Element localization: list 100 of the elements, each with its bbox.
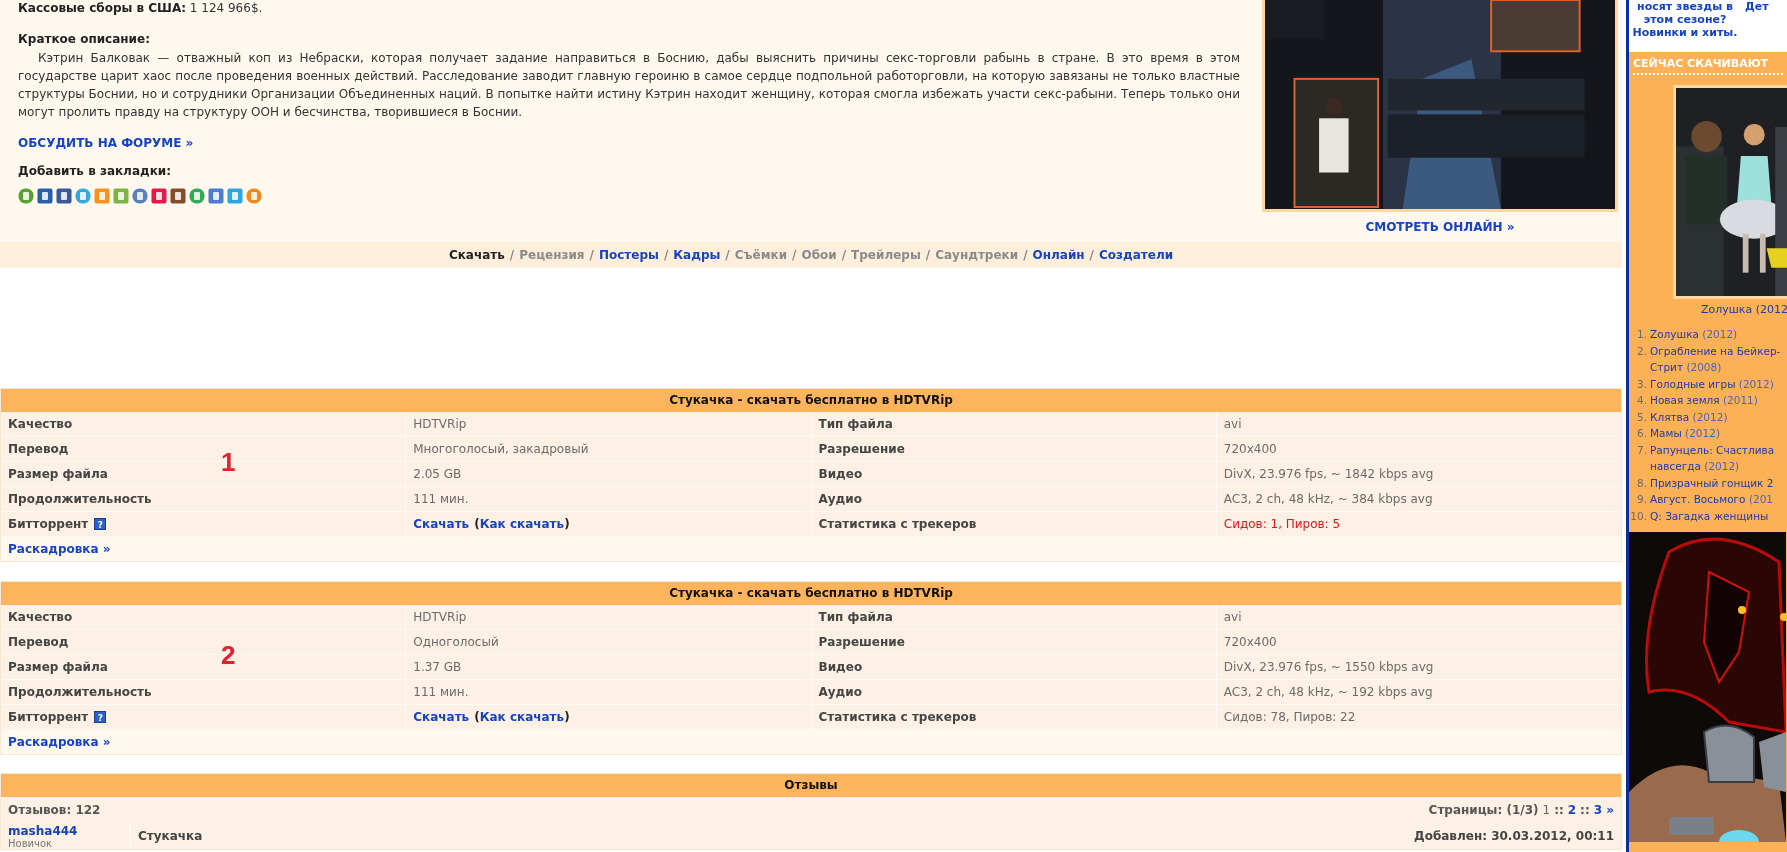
- table-cell: HDTVRip: [406, 412, 811, 436]
- how-to-download-link[interactable]: (Как скачать): [474, 517, 570, 531]
- table-header: Отзывы: [1, 774, 1621, 797]
- table-cell: Многоголосый, закадровый: [406, 437, 811, 461]
- table-cell: avi: [1216, 412, 1621, 436]
- movie-link[interactable]: Мамы (2012): [1650, 425, 1782, 442]
- table-cell: DivX, 23.976 fps, ~ 1550 kbps avg: [1216, 655, 1621, 679]
- box-office-value: 1 124 966$.: [189, 1, 263, 15]
- table-cell: Аудио: [811, 487, 1216, 511]
- separator-text: /: [1089, 248, 1094, 262]
- table-cell: Качество: [1, 605, 406, 629]
- list-number: 8.: [1635, 475, 1647, 491]
- list-number: 10.: [1629, 508, 1647, 524]
- download-link[interactable]: Скачать: [413, 517, 470, 531]
- table-cell: Видео: [811, 462, 1216, 486]
- nav-link[interactable]: Скачать: [448, 248, 505, 262]
- user-rank: Новичок: [8, 838, 54, 849]
- list-number: 5.: [1635, 409, 1647, 425]
- storyboard-link[interactable]: Раскадровка »: [8, 541, 111, 556]
- movie-link[interactable]: Призрачный гонщик 2: [1650, 474, 1782, 491]
- nav-link[interactable]: Постеры: [598, 248, 659, 262]
- table-cell: Качество: [1, 412, 406, 436]
- nav-link[interactable]: Рецензия: [519, 248, 585, 262]
- bookmark-service-icon[interactable]: [56, 188, 72, 204]
- movie-link[interactable]: Голодные игры (2012): [1650, 375, 1782, 392]
- table-cell: avi: [1216, 605, 1621, 629]
- page-link[interactable]: 3 »: [1593, 802, 1614, 817]
- review-subject: Стукачка: [138, 828, 203, 843]
- user-link[interactable]: masha444: [8, 824, 122, 838]
- movie-link[interactable]: Новая земля (2011): [1650, 392, 1782, 409]
- bookmark-service-icon[interactable]: [75, 188, 91, 204]
- bookmark-service-icon[interactable]: [189, 188, 205, 204]
- table-cell: Продолжительность: [1, 680, 406, 704]
- movie-link[interactable]: Клятва (2012): [1650, 408, 1782, 425]
- bookmark-service-icon[interactable]: [132, 188, 148, 204]
- promo-link[interactable]: Дет: [1745, 0, 1769, 52]
- poster-caption-link[interactable]: Zолушка (2012: [1701, 303, 1787, 316]
- nav-link[interactable]: Кадры: [673, 248, 721, 262]
- bookmark-service-icon[interactable]: [208, 188, 224, 204]
- bookmark-service-icon[interactable]: [246, 188, 262, 204]
- table-cell: Продолжительность: [1, 487, 406, 511]
- table-cell: Видео: [811, 655, 1216, 679]
- movie-link[interactable]: Ограбление на Бейкер-Стрит (2008): [1650, 342, 1782, 376]
- nav-link[interactable]: Трейлеры: [851, 248, 921, 262]
- tracker-stats: Сидов: 78, Пиров: 22: [1216, 705, 1621, 729]
- table-cell: Одноголосый: [406, 630, 811, 654]
- synopsis-text: Кэтрин Балковак — отважный коп из Небраски, которая получает задание направиться в Боснию, дабы выяснить причины секс-торговли рабынь в стране. В это время в этом государстве царит хаос после проведения военных действий. Расследование заводит главную героиню в самое сердце подпольной работорговли, на которую завязаны не только властные структуры Боснии, но и сотрудники Организации Объединенных наций. В попытке найти истину Кэтрин находит женщину, которая смогла избежать участи секс-рабыни. Теперь только они могут пролить правду на структуру ООН и бесчинства, творившиеся в Боснии.: [18, 50, 1240, 121]
- table-cell: Тип файла: [811, 605, 1216, 629]
- table-cell: AC3, 2 ch, 48 kHz, ~ 192 kbps avg: [1216, 680, 1621, 704]
- nav-link[interactable]: Съёмки: [734, 248, 788, 262]
- table-cell: 720x400: [1216, 437, 1621, 461]
- separator-text: ::: [1554, 802, 1564, 817]
- watch-online-link[interactable]: СМОТРЕТЬ ОНЛАЙН »: [1365, 220, 1515, 234]
- table-cell: Статистика с трекеров: [811, 512, 1216, 536]
- movie-link[interactable]: Zолушка (2012): [1650, 326, 1782, 343]
- table-cell: Аудио: [811, 680, 1216, 704]
- movie-link[interactable]: Август. Восьмого (201: [1650, 491, 1782, 508]
- bookmarks-label: Добавить в закладки:: [18, 164, 172, 178]
- box-office-label: Кассовые сборы в США:: [18, 1, 186, 15]
- page-link[interactable]: 2: [1567, 802, 1577, 817]
- nav-link[interactable]: Саундтреки: [935, 248, 1019, 262]
- nav-link[interactable]: Обои: [801, 248, 837, 262]
- separator-text: ::: [1580, 802, 1590, 817]
- download-link[interactable]: Скачать: [413, 710, 470, 724]
- separator-text: /: [589, 248, 594, 262]
- torrent-label: Битторрент: [8, 517, 89, 531]
- movie-link[interactable]: Q: Загадка женщины: [1650, 507, 1782, 524]
- help-icon[interactable]: ?: [94, 711, 107, 723]
- separator-text: /: [509, 248, 515, 262]
- help-icon[interactable]: ?: [94, 518, 107, 530]
- table-cell: 111 мин.: [406, 487, 811, 511]
- storyboard-link[interactable]: Раскадровка »: [8, 734, 111, 749]
- nav-link[interactable]: Создатели: [1099, 248, 1174, 262]
- list-number: 7.: [1635, 442, 1647, 458]
- list-number: 2.: [1635, 343, 1647, 359]
- table-header: Стукачка - скачать бесплатно в HDTVRip: [1, 389, 1621, 412]
- table-cell: 111 мин.: [406, 680, 811, 704]
- separator-text: /: [1023, 248, 1028, 262]
- bookmark-service-icon[interactable]: [37, 188, 53, 204]
- now-downloading-title: СЕЙЧАС СКАЧИВАЮТ: [1633, 52, 1783, 75]
- page-link[interactable]: 1: [1542, 802, 1551, 817]
- promo-link[interactable]: носят звезды в этом сезоне? Новинки и хиты.: [1631, 0, 1739, 52]
- bookmark-service-icon[interactable]: [227, 188, 243, 204]
- table-cell: AC3, 2 ch, 48 kHz, ~ 384 kbps avg: [1216, 487, 1621, 511]
- table-cell: DivX, 23.976 fps, ~ 1842 kbps avg: [1216, 462, 1621, 486]
- list-number: 6.: [1635, 426, 1647, 441]
- how-to-download-link[interactable]: (Как скачать): [474, 710, 570, 724]
- separator-text: /: [792, 248, 797, 262]
- movie-link[interactable]: Рапунцель: Счастлива навсегда (2012): [1650, 441, 1782, 475]
- synopsis-label: Краткое описание:: [18, 32, 150, 46]
- forum-link[interactable]: ОБСУДИТЬ НА ФОРУМЕ »: [18, 135, 194, 151]
- bookmark-service-icon[interactable]: [18, 188, 34, 204]
- separator-text: /: [841, 248, 847, 262]
- nav-link[interactable]: Онлайн: [1032, 248, 1085, 262]
- list-number: 3.: [1635, 376, 1647, 392]
- list-number: 1.: [1635, 327, 1647, 342]
- list-number: 4.: [1635, 393, 1647, 408]
- bookmark-service-icon[interactable]: [170, 188, 186, 204]
- bookmark-service-icon[interactable]: [151, 188, 167, 204]
- separator-text: /: [925, 248, 931, 262]
